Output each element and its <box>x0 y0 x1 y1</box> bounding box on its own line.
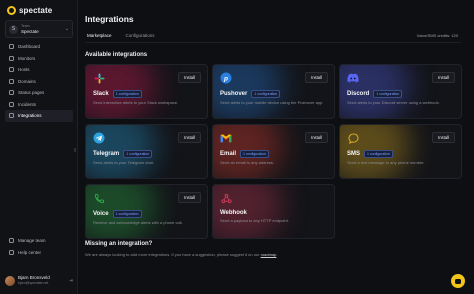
globe-icon <box>9 78 14 84</box>
integration-name: Slack <box>93 91 109 97</box>
dashboard-icon <box>9 44 14 50</box>
integration-card-sms[interactable]: SMS 1 configuration Send a text message … <box>339 124 462 179</box>
integration-card-pushover[interactable]: p Pushover 1 configuration Send alerts t… <box>212 64 335 119</box>
integration-description: Send an email to any address. <box>220 160 275 165</box>
sidebar-item-dashboard[interactable]: Dashboard <box>5 41 73 53</box>
integration-name: Discord <box>347 91 370 97</box>
sidebar-item-integrations[interactable]: Integrations <box>5 110 73 122</box>
integration-description: Send alerts to your Telegram chat. <box>93 160 154 165</box>
logo-text: spectate <box>19 6 53 15</box>
sidebar-item-domains[interactable]: Domains <box>5 76 73 88</box>
sms-icon <box>347 132 359 144</box>
integration-description: Send alerts to your Discord server using… <box>347 100 440 105</box>
sidebar-item-help-center[interactable]: Help center <box>5 247 73 259</box>
user-menu[interactable]: Bjarn Bronsveld bjarn@spectate.net ⇥ <box>5 274 73 288</box>
credits-text: Voice/SMS credits: 120 <box>416 33 458 38</box>
team-switcher[interactable]: S Team Spectate ⌄ <box>5 20 73 38</box>
configuration-badge[interactable]: 1 configuration <box>123 150 153 158</box>
sidebar: spectate S Team Spectate ⌄ Dashboard Mon… <box>0 0 78 294</box>
missing-integration-text: We are always looking to add more integr… <box>85 252 278 257</box>
divider <box>85 42 461 43</box>
configuration-badge[interactable]: 1 configuration <box>251 90 281 98</box>
integration-name: Voice <box>93 211 109 217</box>
sidebar-item-incidents[interactable]: Incidents <box>5 99 73 111</box>
logo[interactable]: spectate <box>7 6 52 15</box>
integration-card-telegram[interactable]: Telegram 1 configuration Send alerts to … <box>85 124 208 179</box>
logout-icon[interactable]: ⇥ <box>69 278 73 284</box>
telegram-icon <box>93 132 105 144</box>
sidebar-item-hosts[interactable]: Hosts <box>5 64 73 76</box>
pushover-icon: p <box>220 72 232 84</box>
missing-integration-title: Missing an integration? <box>85 241 153 247</box>
logo-icon <box>7 6 16 15</box>
help-icon <box>9 249 14 255</box>
install-button[interactable]: Install <box>178 192 201 203</box>
integration-card-voice[interactable]: Voice 1 configuration Receive and acknow… <box>85 184 208 239</box>
integration-name: Pushover <box>220 91 248 97</box>
configuration-badge[interactable]: 1 configuration <box>373 90 403 98</box>
team-name: Spectate <box>21 29 39 34</box>
incident-icon <box>9 101 14 107</box>
integration-card-slack[interactable]: Slack 1 configuration Send interactive a… <box>85 64 208 119</box>
gmail-icon <box>220 132 232 144</box>
integration-name: Email <box>220 151 237 157</box>
install-button[interactable]: Install <box>178 72 201 83</box>
integration-name: Telegram <box>93 151 120 157</box>
monitor-icon <box>9 55 14 61</box>
discord-icon <box>347 72 359 84</box>
install-button[interactable]: Install <box>432 132 455 143</box>
chat-support-button[interactable] <box>451 274 465 288</box>
webhook-icon <box>220 192 232 204</box>
user-email: bjarn@spectate.net <box>18 281 49 285</box>
avatar <box>5 276 15 286</box>
team-icon <box>9 238 14 244</box>
integrations-grid: Slack 1 configuration Send interactive a… <box>85 64 462 239</box>
status-page-icon <box>9 90 14 96</box>
main-content: Integrations Marketplace Configurations … <box>79 0 474 294</box>
team-avatar: S <box>9 24 18 34</box>
integration-description: Receive and acknowledge alerts with a ph… <box>93 220 183 225</box>
sidebar-item-monitors[interactable]: Monitors <box>5 53 73 65</box>
chat-icon <box>455 278 461 284</box>
slack-icon <box>93 72 105 84</box>
svg-text:p: p <box>223 76 228 83</box>
puzzle-icon <box>9 113 14 119</box>
integration-description: Send a text message to any phone number. <box>347 160 425 165</box>
integration-description: Send alerts to your mobile device using … <box>220 100 324 105</box>
sidebar-item-manage-team[interactable]: Manage team <box>5 235 73 247</box>
phone-icon <box>93 192 105 204</box>
sidebar-bottom-nav: Manage team Help center <box>5 235 73 258</box>
integration-card-webhook[interactable]: Webhook Send a payload to any HTTP endpo… <box>212 184 335 239</box>
sidebar-nav: Dashboard Monitors Hosts Domains Status … <box>5 41 73 122</box>
chevron-updown-icon: ⌄ <box>64 26 69 32</box>
install-button[interactable]: Install <box>432 72 455 83</box>
integration-card-email[interactable]: Email 1 configuration Send an email to a… <box>212 124 335 179</box>
server-icon <box>9 67 14 73</box>
sidebar-item-status-pages[interactable]: Status pages <box>5 87 73 99</box>
integration-description: Send interactive alerts to your Slack wo… <box>93 100 179 105</box>
configuration-badge[interactable]: 1 configuration <box>240 150 269 158</box>
configuration-badge[interactable]: 1 configuration <box>112 210 142 218</box>
install-button[interactable]: Install <box>305 72 328 83</box>
integration-name: SMS <box>347 151 361 157</box>
collapse-sidebar-icon[interactable]: ‖ <box>74 148 76 154</box>
roadmap-link[interactable]: roadmap <box>261 252 277 257</box>
install-button[interactable]: Install <box>178 132 201 143</box>
integration-card-discord[interactable]: Discord 1 configuration Send alerts to y… <box>339 64 462 119</box>
install-button[interactable]: Install <box>305 132 328 143</box>
integration-name: Webhook <box>220 210 247 216</box>
available-integrations-title: Available integrations <box>85 52 148 58</box>
page-title: Integrations <box>85 14 134 24</box>
integration-description: Send a payload to any HTTP endpoint. <box>220 218 289 223</box>
configuration-badge[interactable]: 1 configuration <box>364 150 393 158</box>
configuration-badge[interactable]: 1 configuration <box>112 90 142 98</box>
